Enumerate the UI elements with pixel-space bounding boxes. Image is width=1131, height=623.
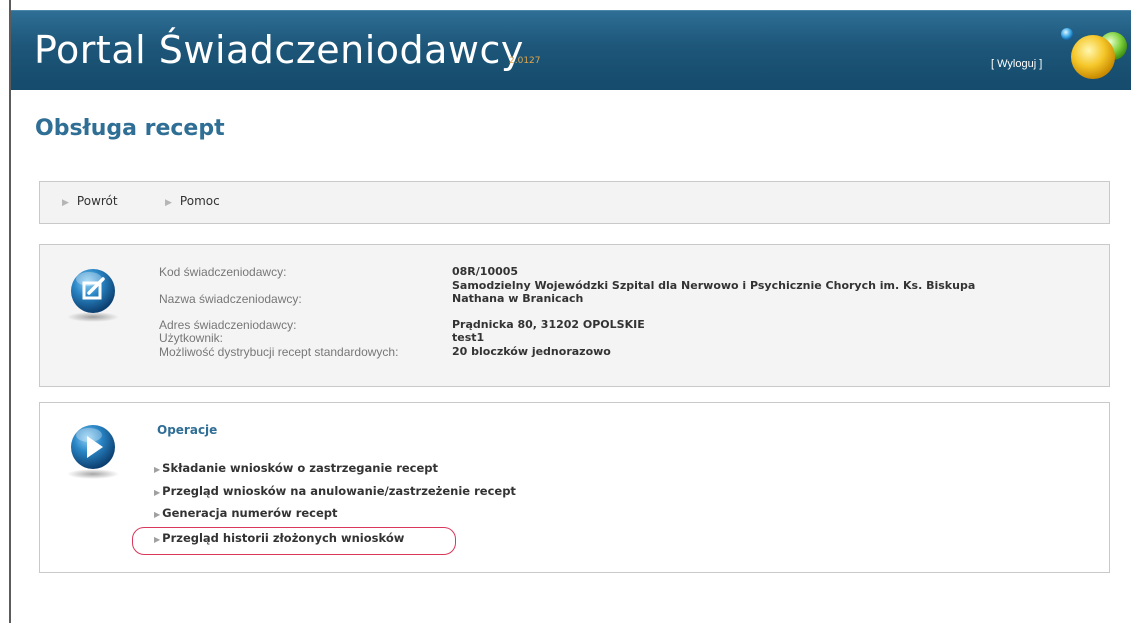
provider-name-value: Samodzielny Wojewódzki Szpital dla Nerwo…	[452, 279, 976, 292]
op-label: Przegląd historii złożonych wniosków	[162, 531, 405, 545]
arrow-right-icon: ▶	[154, 510, 161, 519]
op-label: Składanie wniosków o zastrzeganie recept	[162, 461, 439, 475]
provider-name-value-cont: Nathana w Branicach	[452, 292, 584, 305]
operations-heading: Operacje	[157, 423, 218, 437]
distribution-label: Możliwość dystrybucji recept standardowy…	[159, 345, 399, 359]
play-icon	[67, 425, 119, 479]
portal-header: Portal Świadczeniodawcy 2.0127 [ Wyloguj…	[11, 10, 1131, 90]
portal-title: Portal Świadczeniodawcy	[34, 28, 524, 72]
edit-document-icon	[67, 269, 119, 322]
help-label: Pomoc	[179, 194, 220, 208]
portal-version: 2.0127	[509, 56, 541, 66]
page-title: Obsługa recept	[35, 116, 225, 141]
op-link-review-cancellations[interactable]: ▶ Przegląd wniosków na anulowanie/zastrze…	[154, 484, 516, 498]
provider-code-value: 08R/10005	[452, 265, 519, 278]
op-link-reservation-requests[interactable]: ▶ Składanie wniosków o zastrzeganie recep…	[154, 461, 438, 475]
provider-address-value: Prądnicka 80, 31202 OPOLSKIE	[452, 318, 645, 331]
provider-code-label: Kod świadczeniodawcy:	[159, 265, 287, 279]
window-frame-left	[9, 0, 11, 623]
navigation-bar: ▶ Powrót ▶ Pomoc	[39, 181, 1110, 224]
help-link[interactable]: ▶ Pomoc	[165, 194, 220, 208]
op-label: Przegląd wniosków na anulowanie/zastrzeż…	[162, 484, 516, 498]
op-label: Generacja numerów recept	[162, 506, 338, 520]
arrow-right-icon: ▶	[154, 465, 161, 474]
back-link[interactable]: ▶ Powrót	[62, 194, 118, 208]
provider-info-panel: Kod świadczeniodawcy: 08R/10005 Nazwa św…	[39, 244, 1110, 387]
op-link-generate-numbers[interactable]: ▶ Generacja numerów recept	[154, 506, 338, 520]
logout-link[interactable]: [ Wyloguj ]	[991, 58, 1042, 70]
user-label: Użytkownik:	[159, 331, 224, 345]
arrow-right-icon: ▶	[62, 198, 69, 208]
provider-name-label: Nazwa świadczeniodawcy:	[159, 292, 302, 306]
op-link-request-history[interactable]: ▶ Przegląd historii złożonych wniosków	[154, 531, 404, 545]
operations-panel: Operacje ▶ Składanie wniosków o zastrzega…	[39, 402, 1110, 573]
arrow-right-icon: ▶	[165, 198, 172, 208]
user-value: test1	[452, 331, 485, 344]
arrow-right-icon: ▶	[154, 488, 161, 497]
portal-logo-icon	[1061, 28, 1127, 79]
provider-address-label: Adres świadczeniodawcy:	[159, 318, 297, 332]
arrow-right-icon: ▶	[154, 535, 161, 544]
back-label: Powrót	[76, 194, 118, 208]
distribution-value: 20 bloczków jednorazowo	[452, 345, 611, 358]
